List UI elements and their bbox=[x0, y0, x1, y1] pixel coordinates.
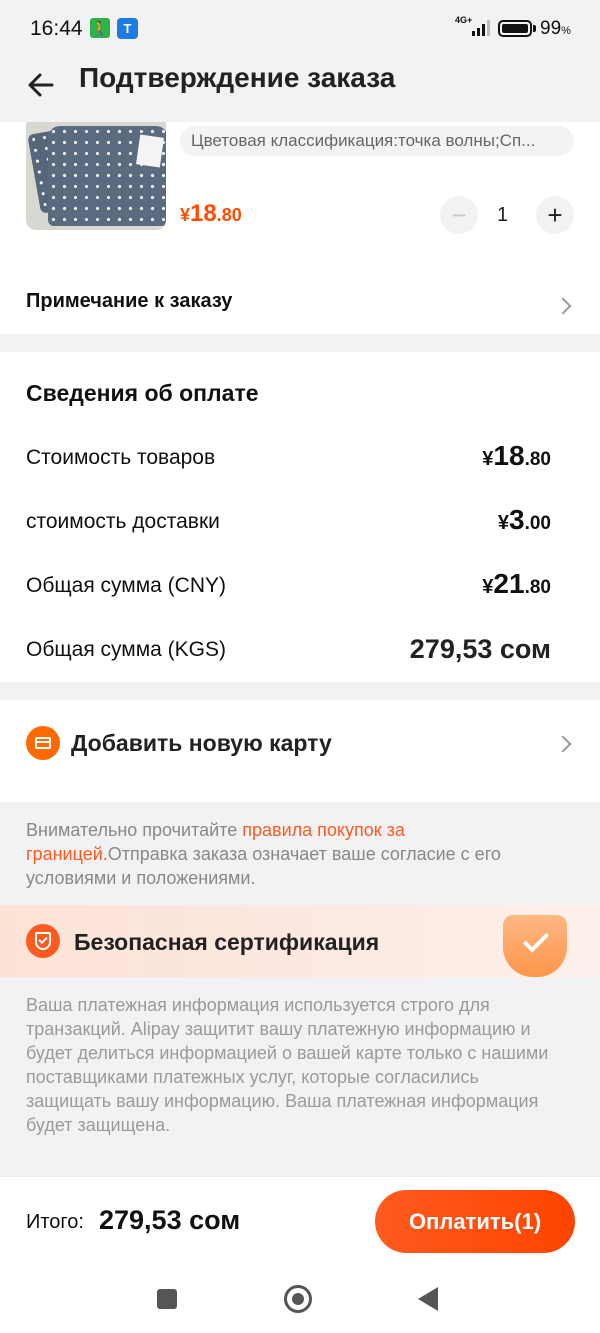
checkout-bar: Итого: 279,53 сом Оплатить(1) bbox=[0, 1176, 600, 1266]
secure-certification-banner: Безопасная сертификация bbox=[0, 905, 600, 977]
fitness-app-icon: 🚶 bbox=[90, 18, 110, 38]
quantity-minus-button[interactable]: − bbox=[440, 196, 478, 234]
add-card-row[interactable]: Добавить новую карту bbox=[0, 700, 600, 802]
add-card-label: Добавить новую карту bbox=[71, 730, 332, 756]
page-header: Подтверждение заказа bbox=[0, 56, 600, 122]
signal-icon bbox=[472, 20, 492, 36]
page-title: Подтверждение заказа bbox=[79, 62, 396, 93]
back-triangle-icon[interactable] bbox=[418, 1287, 438, 1311]
goods-cost-value: ¥18.80 bbox=[482, 440, 551, 471]
shield-badge-icon bbox=[503, 915, 567, 977]
payment-info-title: Сведения об оплате bbox=[26, 380, 259, 406]
quantity-value: 1 bbox=[497, 204, 509, 226]
battery-icon bbox=[498, 20, 532, 37]
shipping-cost-label: стоимость доставки bbox=[26, 510, 220, 533]
status-bar: 16:44 🚶 T 4G+ 99% bbox=[0, 0, 600, 56]
quantity-plus-button[interactable]: + bbox=[536, 196, 574, 234]
product-image[interactable] bbox=[26, 122, 166, 230]
variant-selector[interactable]: Цветовая классификация:точка волны;Сп... bbox=[180, 126, 574, 156]
secure-certification-text: Ваша платежная информация используется с… bbox=[26, 995, 549, 1135]
total-cny-value: ¥21.80 bbox=[482, 568, 551, 599]
chevron-right-icon bbox=[554, 297, 572, 315]
total-label: Итого: bbox=[26, 1211, 84, 1233]
status-time: 16:44 bbox=[30, 17, 83, 40]
total-kgs-label: Общая сумма (KGS) bbox=[26, 638, 227, 661]
battery-tip bbox=[533, 25, 536, 32]
order-note-row[interactable]: Примечание к заказу bbox=[0, 262, 600, 332]
goods-cost-label: Стоимость товаров bbox=[26, 446, 216, 469]
pay-button[interactable]: Оплатить(1) bbox=[375, 1190, 575, 1253]
order-note-label: Примечание к заказу bbox=[26, 290, 233, 312]
product-price: ¥18.80 bbox=[180, 200, 242, 227]
payment-info-card: Сведения об оплате Стоимость товаров ¥18… bbox=[0, 352, 600, 682]
credit-card-icon bbox=[26, 726, 60, 760]
battery-percent: 99% bbox=[540, 18, 571, 39]
arrow-left-icon bbox=[28, 73, 54, 97]
back-button[interactable] bbox=[22, 64, 62, 104]
network-type: 4G+ bbox=[455, 15, 473, 25]
secure-certification-title: Безопасная сертификация bbox=[74, 929, 380, 955]
chevron-right-icon bbox=[554, 735, 572, 753]
home-icon[interactable] bbox=[284, 1285, 312, 1313]
total-value: 279,53 сом bbox=[99, 1205, 241, 1235]
shield-check-icon bbox=[26, 924, 60, 958]
purchase-rules-notice: Внимательно прочитайте правила покупок з… bbox=[26, 820, 501, 888]
system-nav-bar bbox=[0, 1266, 600, 1333]
shipping-cost-value: ¥3.00 bbox=[497, 504, 551, 535]
recents-icon[interactable] bbox=[157, 1289, 177, 1309]
product-card: Цветовая классификация:точка волны;Сп...… bbox=[0, 122, 600, 334]
app-notification-icon: T bbox=[117, 18, 138, 39]
total-kgs-value: 279,53 сом bbox=[409, 634, 551, 664]
total-cny-label: Общая сумма (CNY) bbox=[26, 574, 227, 597]
